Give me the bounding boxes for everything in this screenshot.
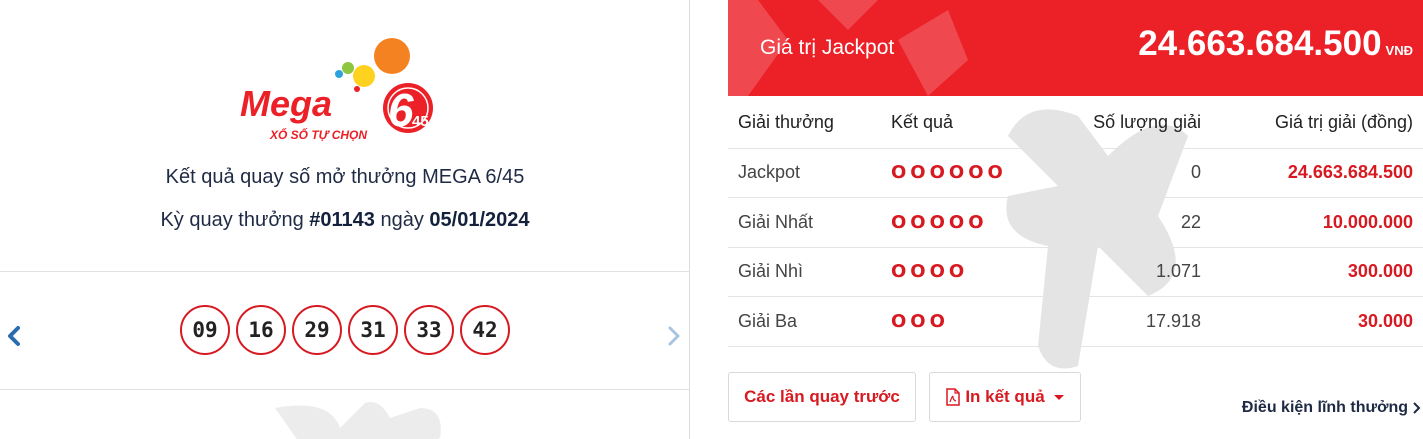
prize-name: Jackpot bbox=[728, 147, 881, 198]
table-row: Jackpot OOOOOO 0 24.663.684.500 bbox=[728, 147, 1423, 198]
number-ball: 09 bbox=[180, 305, 230, 355]
table-row: Giải Nhất OOOOO 22 10.000.000 bbox=[728, 197, 1423, 247]
number-ball: 16 bbox=[236, 305, 286, 355]
number-ball: 33 bbox=[404, 305, 454, 355]
header-result: Kết quả bbox=[891, 112, 954, 133]
chevron-right-icon bbox=[668, 326, 680, 346]
divider-top bbox=[0, 271, 690, 272]
number-ball: 29 bbox=[292, 305, 342, 355]
logo-fortyfive: 45 bbox=[412, 113, 429, 130]
draw-title: Kết quả quay số mở thưởng MEGA 6/45 bbox=[165, 166, 525, 188]
draw-result-panel: 6 45 Mega XỔ SỐ TỰ CHỌN Kết quả quay số … bbox=[0, 0, 690, 439]
prize-name: Giải Ba bbox=[728, 296, 881, 347]
draw-prefix: Kỳ quay thưởng bbox=[160, 209, 310, 231]
pdf-file-icon bbox=[946, 388, 961, 406]
prize-result: OOO bbox=[881, 296, 1041, 347]
print-results-label: In kết quả bbox=[965, 387, 1045, 406]
table-row: Giải Ba OOO 17.918 30.000 bbox=[728, 296, 1423, 347]
table-header-row: Giải thưởng Kết quả Số lượng giải Giá tr… bbox=[728, 98, 1423, 148]
jackpot-amount: 24.663.684.500 bbox=[1138, 24, 1382, 63]
prize-result: OOOO bbox=[881, 246, 1041, 297]
previous-draws-button[interactable]: Các lần quay trước bbox=[728, 372, 916, 422]
draw-info: Kỳ quay thưởng #01143 ngày 05/01/2024 bbox=[0, 209, 690, 232]
prize-count: 17.918 bbox=[1041, 296, 1211, 347]
chevron-left-icon bbox=[8, 326, 20, 346]
prize-count: 1.071 bbox=[1041, 246, 1211, 297]
previous-draws-label: Các lần quay trước bbox=[744, 387, 900, 406]
prev-draw-button[interactable] bbox=[3, 322, 25, 350]
prize-value: 10.000.000 bbox=[1211, 197, 1423, 247]
jackpot-banner: Giá trị Jackpot 24.663.684.500 VNĐ bbox=[728, 0, 1423, 96]
watermark-star-icon bbox=[275, 402, 441, 439]
prize-result: OOOOO bbox=[881, 197, 1041, 247]
chevron-right-icon bbox=[1413, 402, 1421, 414]
prize-name: Giải Nhì bbox=[728, 246, 881, 297]
winning-numbers: 09 16 29 31 33 42 bbox=[180, 305, 510, 355]
prize-panel: Giá trị Jackpot 24.663.684.500 VNĐ Giải t… bbox=[728, 0, 1423, 439]
number-ball: 42 bbox=[460, 305, 510, 355]
header-value: Giá trị giải (đồng) bbox=[1274, 112, 1413, 133]
prize-count: 0 bbox=[1041, 147, 1211, 198]
draw-date-prefix: ngày bbox=[374, 209, 430, 231]
mega-645-logo: 6 45 Mega XỔ SỐ TỰ CHỌN bbox=[240, 38, 433, 142]
table-row: Giải Nhì OOOO 1.071 300.000 bbox=[728, 246, 1423, 297]
header-prize: Giải thưởng bbox=[738, 112, 834, 133]
jackpot-value: 24.663.684.500 VNĐ bbox=[1138, 24, 1413, 64]
prize-table: Giải thưởng Kết quả Số lượng giải Giá tr… bbox=[728, 98, 1423, 347]
prize-value: 300.000 bbox=[1211, 246, 1423, 297]
prize-name: Giải Nhất bbox=[728, 197, 881, 247]
prize-value: 30.000 bbox=[1211, 296, 1423, 347]
draw-number: #01143 bbox=[309, 209, 375, 231]
next-draw-button[interactable] bbox=[663, 322, 685, 350]
prize-terms-link[interactable]: Điều kiện lĩnh thưởng bbox=[1242, 399, 1421, 417]
divider-bottom bbox=[0, 389, 690, 390]
prize-terms-label: Điều kiện lĩnh thưởng bbox=[1241, 399, 1408, 416]
caret-down-icon bbox=[1053, 394, 1064, 400]
header-count: Số lượng giải bbox=[1093, 112, 1201, 133]
prize-value: 24.663.684.500 bbox=[1211, 147, 1423, 198]
jackpot-label: Giá trị Jackpot bbox=[760, 36, 895, 59]
print-results-button[interactable]: In kết quả bbox=[929, 372, 1081, 422]
logo-brand: Mega bbox=[240, 83, 332, 124]
prize-result: OOOOOO bbox=[881, 147, 1041, 198]
logo-tagline: XỔ SỐ TỰ CHỌN bbox=[269, 127, 367, 142]
logo-six: 6 bbox=[388, 84, 414, 136]
number-ball: 31 bbox=[348, 305, 398, 355]
prize-count: 22 bbox=[1041, 197, 1211, 247]
draw-date: 05/01/2024 bbox=[429, 209, 530, 231]
jackpot-currency: VNĐ bbox=[1385, 43, 1413, 58]
